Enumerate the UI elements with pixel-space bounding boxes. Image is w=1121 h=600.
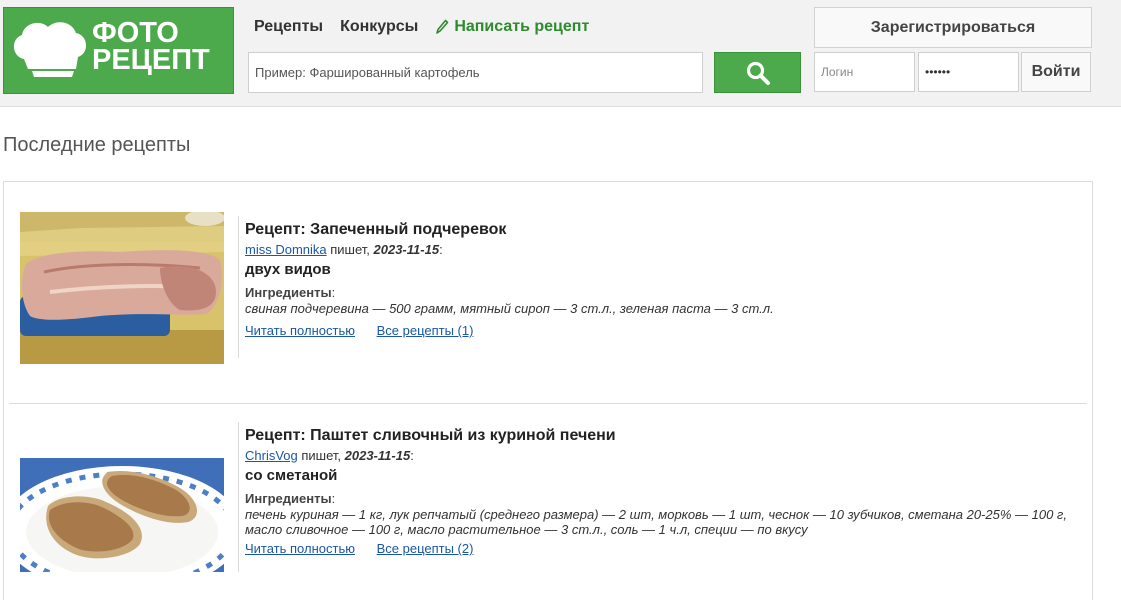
recipe-meta: ChrisVog пишет, 2023-11-15:	[245, 447, 1085, 464]
recipe-body: Рецепт: Паштет сливочный из куриной пече…	[245, 425, 1085, 558]
ingredients-label: Ингредиенты:	[245, 491, 336, 506]
ingredients-label-text: Ингредиенты	[245, 285, 332, 300]
writes-text: пишет,	[326, 242, 374, 257]
nav-contests[interactable]: Конкурсы	[340, 18, 418, 36]
recipe-photo[interactable]	[20, 458, 224, 572]
section-title: Последние рецепты	[3, 134, 191, 156]
site-logo[interactable]: ФОТО РЕЦЕПТ	[3, 7, 234, 94]
search-button[interactable]	[714, 52, 801, 93]
read-more-link[interactable]: Читать полностью	[245, 541, 355, 556]
logo-line-2: РЕЦЕПТ	[92, 44, 210, 76]
ingredients-label: Ингредиенты:	[245, 285, 336, 300]
date-suffix: :	[439, 242, 443, 257]
recipe-date: 2023-11-15	[344, 448, 411, 463]
recipe-photo-image	[20, 458, 224, 572]
pencil-icon	[436, 19, 449, 34]
login-input[interactable]	[814, 52, 915, 92]
recipe-photo[interactable]	[20, 212, 224, 364]
search-input[interactable]	[248, 52, 703, 93]
recipe-links: Читать полностью Все рецепты (1)	[245, 322, 1085, 340]
ingredients-label-text: Ингредиенты	[245, 491, 332, 506]
writes-text: пишет,	[297, 448, 345, 463]
recipe-links: Читать полностью Все рецепты (2)	[245, 540, 1085, 558]
register-button[interactable]: Зарегистрироваться	[814, 7, 1092, 48]
main-nav: Рецепты Конкурсы Написать рецепт	[254, 16, 589, 38]
author-link[interactable]: miss Domnika	[245, 242, 327, 257]
magnifier-icon	[746, 61, 770, 85]
author-link[interactable]: ChrisVog	[245, 448, 298, 463]
date-suffix: :	[410, 448, 414, 463]
all-recipes-link[interactable]: Все рецепты (2)	[377, 541, 474, 556]
recipes-list: Рецепт: Запеченный подчеревок miss Domni…	[3, 181, 1093, 600]
recipe-separator	[9, 403, 1087, 404]
recipe-subtitle: двух видов	[245, 261, 331, 278]
recipe-divider	[238, 422, 239, 572]
recipe-title: Рецепт: Паштет сливочный из куриной пече…	[245, 427, 616, 444]
recipe-date: 2023-11-15	[373, 242, 440, 257]
recipe-meta: miss Domnika пишет, 2023-11-15:	[245, 241, 1085, 258]
ingredients-text: печень куриная — 1 кг, лук репчатый (сре…	[245, 507, 1067, 537]
all-recipes-link[interactable]: Все рецепты (1)	[377, 323, 474, 338]
logo-text: ФОТО РЕЦЕПТ	[92, 17, 210, 76]
read-more-link[interactable]: Читать полностью	[245, 323, 355, 338]
site-header: ФОТО РЕЦЕПТ Рецепты Конкурсы Написать ре…	[0, 0, 1121, 107]
chef-hat-icon	[13, 22, 87, 77]
nav-write-recipe[interactable]: Написать рецепт	[435, 18, 589, 36]
password-input[interactable]	[918, 52, 1019, 92]
logo-line-1: ФОТО	[92, 17, 179, 49]
recipe-subtitle: со сметаной	[245, 467, 338, 484]
recipe-title: Рецепт: Запеченный подчеревок	[245, 221, 507, 238]
recipe-body: Рецепт: Запеченный подчеревок miss Domni…	[245, 219, 1085, 340]
recipe-divider	[238, 216, 239, 358]
recipe-photo-image	[20, 212, 224, 364]
nav-write-label: Написать рецепт	[454, 18, 590, 35]
ingredients-text: свиная подчеревина — 500 грамм, мятный с…	[245, 301, 774, 316]
nav-recipes[interactable]: Рецепты	[254, 18, 323, 36]
login-button[interactable]: Войти	[1021, 52, 1091, 92]
